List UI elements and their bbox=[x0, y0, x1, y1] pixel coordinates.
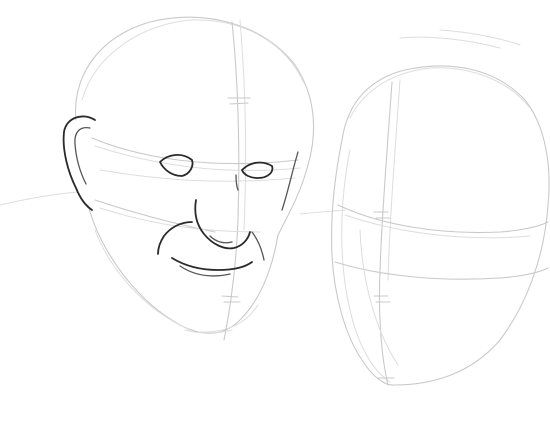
left-head-cranium-outline-2 bbox=[81, 19, 306, 101]
left-head-cranium-outline bbox=[75, 16, 315, 236]
nose bbox=[194, 199, 251, 250]
left-nasolabial-fold bbox=[157, 221, 193, 255]
left-head-center-line-2 bbox=[239, 19, 247, 231]
left-head-nose-line-2 bbox=[99, 207, 261, 233]
right-head-cranium-outline bbox=[341, 65, 550, 206]
left-head-sketch bbox=[62, 16, 315, 341]
left-head-nose-line bbox=[94, 199, 216, 233]
left-horizon-guide bbox=[0, 191, 79, 206]
sketch-canvas bbox=[0, 0, 550, 423]
left-head-brow-line bbox=[91, 137, 299, 165]
right-nasolabial-fold bbox=[251, 231, 265, 261]
right-head-sketch bbox=[331, 65, 550, 386]
nose-bridge-stroke bbox=[235, 174, 239, 191]
head-sketch-drawing bbox=[0, 16, 550, 386]
lower-lip bbox=[179, 265, 231, 277]
right-head-brow-line bbox=[337, 204, 549, 234]
right-head-nose-line bbox=[334, 261, 549, 280]
top-right-scribble bbox=[399, 29, 521, 49]
right-head-cranium-outline-2 bbox=[349, 67, 531, 119]
left-head-ear-inner bbox=[74, 126, 91, 185]
right-horizon-guide bbox=[299, 209, 346, 215]
